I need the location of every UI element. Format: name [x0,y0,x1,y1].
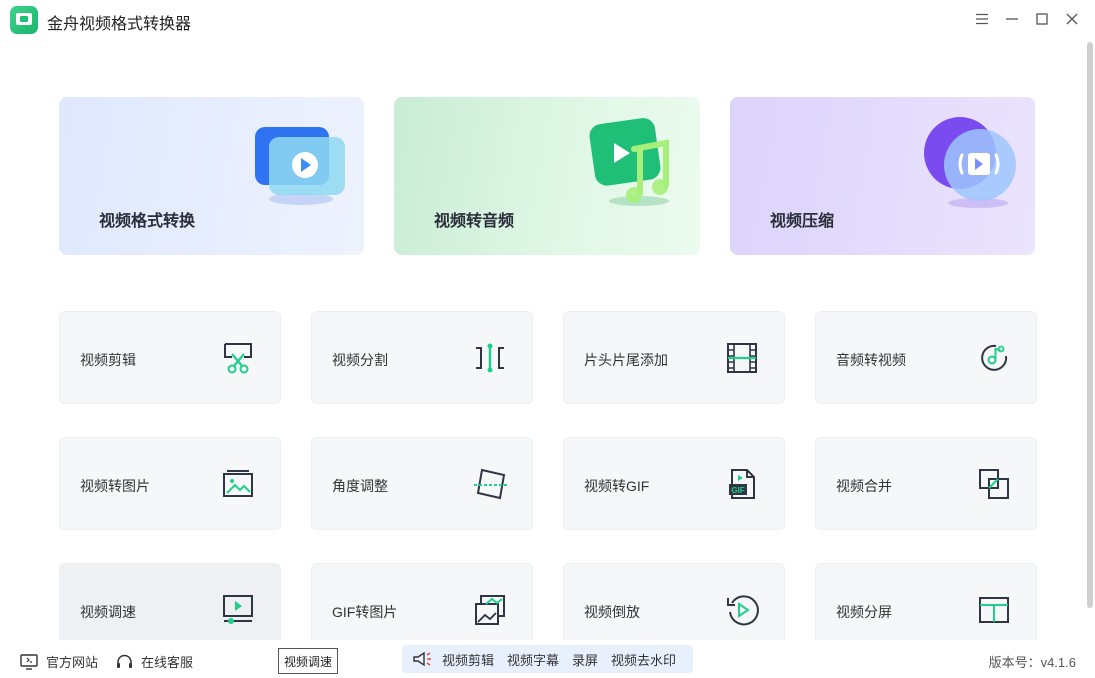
tool-label: 视频分屏 [836,604,892,620]
title-bar: 金舟视频格式转换器 [0,0,1095,40]
scrollbar[interactable] [1087,42,1093,608]
tool-label: 视频转图片 [80,478,150,494]
feature-card-video-to-audio[interactable]: 视频转音频 [394,97,700,255]
megaphone-icon [413,651,431,667]
merge-icon [979,469,1009,499]
gif-image-icon [475,595,505,625]
maximize-icon[interactable] [1031,8,1053,30]
compress-icon [924,117,1016,208]
split-icon [476,343,504,373]
app-title: 金舟视频格式转换器 [47,16,192,33]
tool-label: 音频转视频 [836,352,906,368]
tool-video-split[interactable]: 视频分割 [311,311,533,404]
scissors-icon [224,343,252,374]
tool-audio-to-video[interactable]: 音频转视频 [815,311,1037,404]
feature-card-video-convert[interactable]: 视频格式转换 [59,97,364,255]
minimize-icon[interactable] [1001,8,1023,30]
menu-icon[interactable] [971,8,993,30]
close-icon[interactable] [1061,8,1083,30]
website-link[interactable]: 官方网站 [20,652,98,671]
tool-label: 视频剪辑 [80,352,136,368]
tool-label: GIF转图片 [332,604,398,620]
split-screen-icon [979,597,1009,623]
tooltip: 视频调速 [278,648,338,674]
feature-label: 视频转音频 [434,213,515,230]
quick-link-video-subtitle[interactable]: 视频字幕 [507,650,559,669]
headset-icon [117,654,132,668]
tool-video-to-image[interactable]: 视频转图片 [59,437,281,530]
image-icon [223,470,253,497]
feature-label: 视频格式转换 [99,213,196,230]
tool-video-edit[interactable]: 视频剪辑 [59,311,281,404]
rotate-frame-icon [474,468,508,500]
music-note-icon [589,118,669,206]
tool-label: 片头片尾添加 [584,352,668,368]
version-label: 版本号：v4.1.6 [988,655,1076,670]
feature-label: 视频压缩 [770,213,835,230]
monitor-icon [20,653,38,670]
quick-link-remove-watermark[interactable]: 视频去水印 [611,650,676,669]
support-label: 在线客服 [141,655,194,670]
tool-angle-adjust[interactable]: 角度调整 [311,437,533,530]
tool-label: 视频合并 [836,478,892,494]
audio-disc-icon [981,344,1008,371]
quick-links-bar: 视频剪辑 视频字幕 录屏 视频去水印 [402,645,693,673]
tool-label: 角度调整 [332,478,388,494]
quick-link-screen-record[interactable]: 录屏 [572,650,598,669]
app-logo-icon [10,6,38,34]
tool-intro-outro[interactable]: 片头片尾添加 [563,311,785,404]
video-convert-icon [255,127,345,205]
gif-file-icon: GIF [729,469,755,499]
film-icon [727,343,757,373]
svg-text:GIF: GIF [731,486,744,495]
feature-card-video-compress[interactable]: 视频压缩 [730,97,1035,255]
website-label: 官方网站 [46,655,99,670]
support-link[interactable]: 在线客服 [116,652,193,671]
tool-label: 视频转GIF [584,478,650,494]
tool-video-to-gif[interactable]: 视频转GIF GIF [563,437,785,530]
tool-label: 视频分割 [332,352,388,368]
reverse-play-icon [727,595,759,626]
quick-link-video-edit[interactable]: 视频剪辑 [442,650,494,669]
tool-label: 视频倒放 [584,604,640,620]
speed-icon [223,595,253,624]
tool-video-merge[interactable]: 视频合并 [815,437,1037,530]
tool-label: 视频调速 [80,604,136,620]
